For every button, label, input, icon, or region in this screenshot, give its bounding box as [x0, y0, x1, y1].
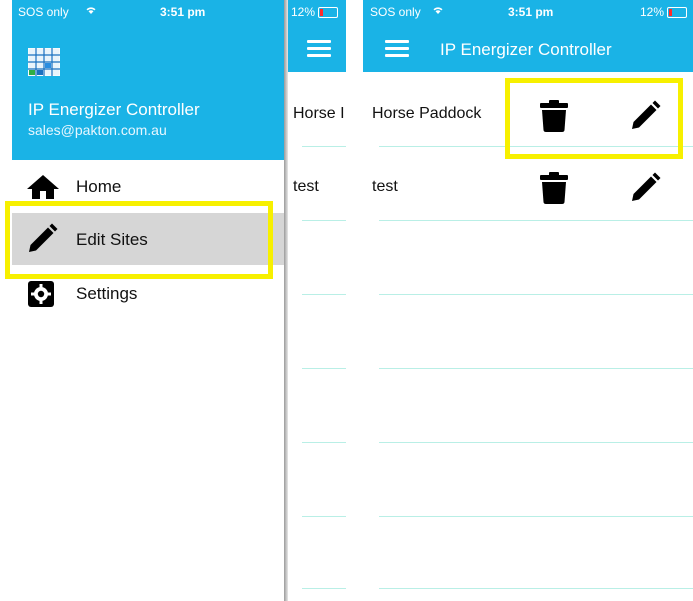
trash-icon[interactable]	[539, 172, 569, 209]
drawer-item-home-label: Home	[76, 177, 122, 196]
gear-icon	[26, 279, 56, 314]
site-name: Horse Paddock	[372, 105, 482, 122]
wifi-icon	[432, 4, 444, 18]
header-title: IP Energizer Controller	[440, 40, 612, 59]
app-logo	[27, 47, 61, 77]
peek-menu-button[interactable]	[307, 36, 331, 61]
peek-battery: 12%	[291, 5, 316, 19]
drawer-app-title: IP Energizer Controller	[28, 100, 200, 119]
edit-pencil-icon[interactable]	[629, 172, 661, 209]
drawer-item-settings-label: Settings	[76, 284, 138, 303]
peek-list: Horse I test	[288, 72, 346, 601]
row-divider	[379, 442, 693, 443]
drawer-email: sales@pakton.com.au	[28, 122, 167, 138]
peek-row: test	[293, 178, 319, 195]
battery-icon	[318, 7, 339, 19]
row-divider	[379, 220, 693, 221]
status-carrier: SOS only	[18, 5, 69, 19]
row-divider	[379, 588, 693, 589]
status-battery-right: 12%	[640, 5, 665, 19]
site-name: test	[372, 178, 398, 195]
status-time: 3:51 pm	[160, 5, 206, 19]
menu-button[interactable]	[385, 36, 409, 61]
status-carrier-right: SOS only	[370, 5, 421, 19]
row-divider	[379, 516, 693, 517]
battery-icon	[667, 7, 688, 19]
row-divider	[379, 294, 693, 295]
wifi-icon	[85, 4, 97, 18]
row-divider	[379, 368, 693, 369]
peek-row: Horse I	[293, 105, 345, 122]
highlight-row-actions	[505, 78, 683, 159]
status-time-right: 3:51 pm	[508, 5, 554, 19]
highlight-edit-sites	[5, 201, 273, 279]
